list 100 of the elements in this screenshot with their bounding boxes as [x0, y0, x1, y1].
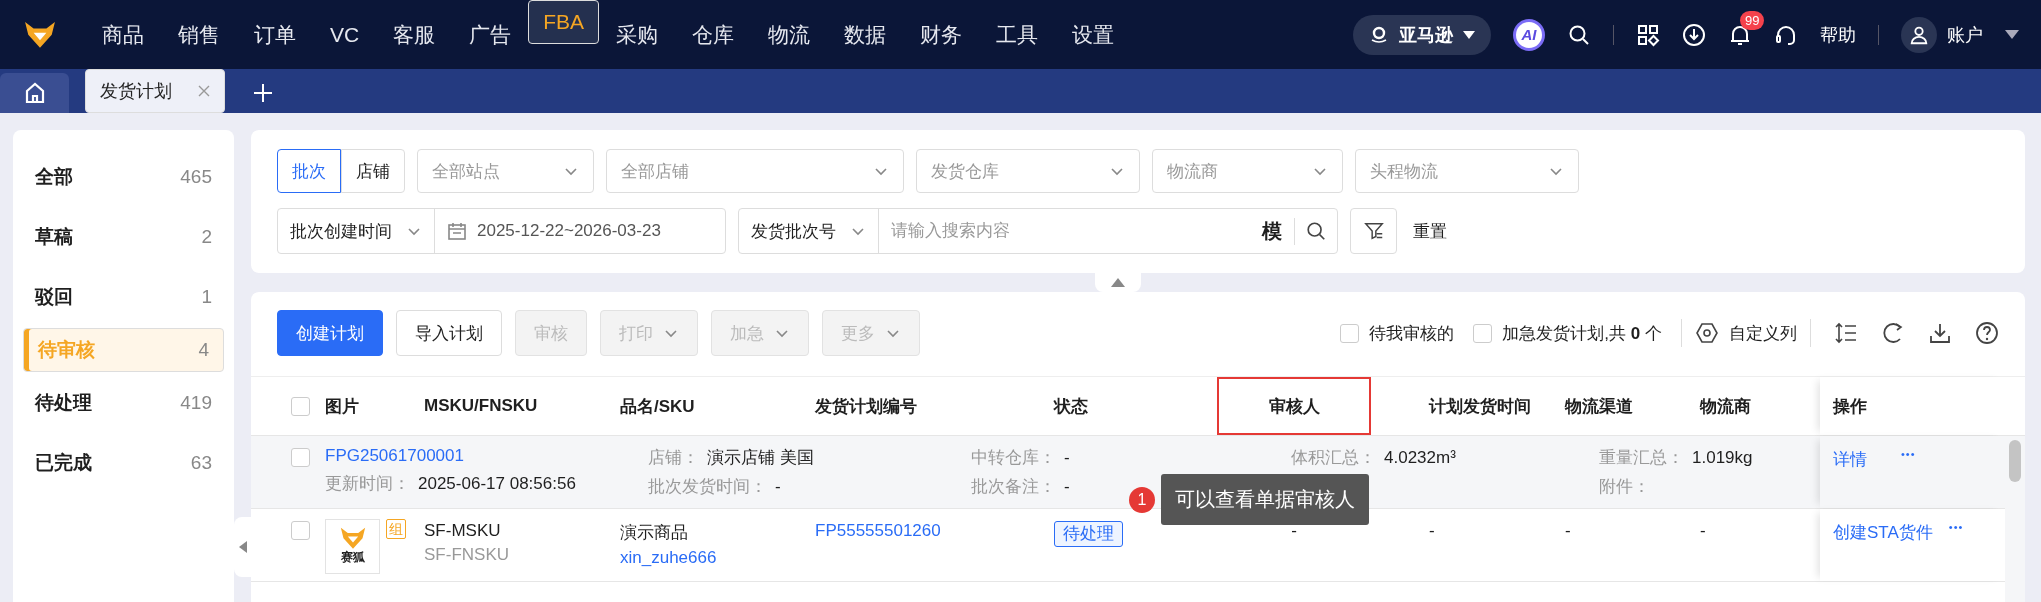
collapse-icon[interactable] [1111, 278, 1125, 287]
status-count: 2 [201, 226, 212, 248]
status-label: 待审核 [38, 338, 95, 362]
column-header: 计划发货时间 [1427, 395, 1532, 418]
nav-menu-item[interactable]: 物流 [751, 0, 828, 69]
caret-icon [238, 541, 247, 553]
nav-menu-item[interactable]: 数据 [827, 0, 904, 69]
fnsku-text: SF-FNSKU [424, 545, 509, 565]
page-tab[interactable]: 发货计划 [85, 69, 225, 113]
channel-text: - [1565, 521, 1571, 541]
batch-field: 中转仓库： - [971, 446, 1291, 469]
avatar-icon[interactable] [1901, 16, 1937, 53]
plan-number-link[interactable]: FP55555501260 [815, 521, 941, 541]
column-header: 物流商 [1700, 395, 1752, 418]
apps-grid-icon[interactable] [1636, 22, 1660, 47]
nav-menu-item[interactable]: 订单 [237, 0, 313, 69]
create-shipment-link[interactable]: 创建STA货件 [1833, 521, 1933, 544]
home-tab[interactable] [0, 73, 69, 113]
column-header: 状态 [1054, 395, 1089, 418]
batch-number-link[interactable]: FPG25061700001 [325, 446, 648, 466]
calendar-icon [447, 221, 467, 241]
batch-field: 批次发货时间： - [648, 475, 971, 498]
more-button[interactable]: ••• [1948, 521, 1964, 533]
status-filter-item[interactable]: 驳回 1 [23, 268, 224, 326]
filter-button[interactable] [1350, 208, 1397, 254]
nav-menu-item[interactable]: 财务 [903, 0, 980, 69]
msku-text: SF-MSKU [424, 521, 501, 541]
batch-field: 体积汇总： 4.0232m³ [1291, 446, 1599, 469]
product-type-badge: 组 [386, 519, 406, 539]
status-filter-item[interactable]: 已完成 63 [23, 434, 224, 492]
hexagon-icon [1695, 321, 1719, 345]
caret-icon [1463, 30, 1475, 39]
status-filter-item[interactable]: 待处理 419 [23, 374, 224, 432]
notification-badge: 99 [1740, 10, 1765, 30]
add-tab-icon[interactable] [253, 83, 273, 103]
column-header: 操作 [1820, 377, 2005, 435]
nav-menu-item[interactable]: 设置 [1055, 0, 1132, 69]
ai-button[interactable]: AI [1513, 18, 1545, 51]
download-icon[interactable] [1928, 321, 1952, 345]
carrier-text: - [1700, 521, 1706, 541]
ship-time-text: - [1429, 521, 1435, 541]
sku-link[interactable]: xin_zuhe666 [620, 548, 717, 568]
column-header: 物流渠道 [1565, 395, 1634, 418]
account-menu[interactable]: 账户 [1947, 22, 1983, 47]
status-label: 草稿 [35, 225, 73, 249]
status-label: 驳回 [35, 285, 73, 309]
toolbar-button[interactable]: 创建计划 [277, 310, 383, 356]
status-count: 1 [201, 286, 212, 308]
toolbar-button[interactable]: 导入计划 [396, 310, 502, 356]
checkbox[interactable] [291, 396, 310, 416]
batch-field: 更新时间： 2025-06-17 08:56:56 [325, 472, 648, 495]
checkbox[interactable] [1473, 323, 1493, 343]
amazon-icon [1369, 24, 1389, 45]
batch-field: 店铺： 演示店铺 美国 [648, 446, 971, 469]
status-label: 待处理 [35, 391, 92, 415]
product-name: 演示商品 [620, 522, 688, 544]
status-label: 已完成 [35, 451, 92, 475]
nav-menu-item[interactable]: 仓库 [675, 0, 752, 69]
search-icon[interactable] [1305, 220, 1327, 242]
scrollbar-thumb[interactable] [2009, 440, 2021, 482]
fox-logo-icon [339, 526, 366, 550]
nav-menu-item[interactable]: 采购 [599, 0, 676, 69]
status-filter-item[interactable]: 全部 465 [23, 148, 224, 206]
custom-columns-button[interactable]: 自定义列 [1695, 321, 1797, 345]
nav-menu-item[interactable]: VC [313, 0, 377, 69]
checkbox-label: 加急发货计划,共 0 个 [1502, 322, 1662, 345]
status-filter-item[interactable]: 草稿 2 [23, 208, 224, 266]
help-icon[interactable] [1975, 321, 1999, 345]
search-input[interactable]: 请输入搜索内容 [879, 221, 1250, 241]
status-count: 419 [180, 392, 212, 414]
nav-menu-item[interactable]: 工具 [979, 0, 1056, 69]
more-button[interactable]: ••• [1901, 448, 1916, 460]
checkbox[interactable] [291, 521, 310, 540]
mode-toggle[interactable]: 店铺 [341, 149, 405, 193]
reset-link[interactable]: 重置 [1413, 219, 1447, 243]
nav-menu-item[interactable]: 商品 [85, 0, 161, 69]
help-link[interactable]: 帮助 [1820, 22, 1856, 47]
batch-field: 重量汇总： 1.019kg [1599, 446, 1820, 469]
nav-menu-item[interactable]: FBA [528, 0, 600, 44]
checkbox[interactable] [1340, 323, 1360, 343]
status-count: 465 [180, 166, 212, 188]
checkbox[interactable] [291, 448, 310, 467]
checkbox-label: 待我审核的 [1369, 322, 1455, 345]
product-thumbnail: 赛狐 [325, 519, 380, 574]
refresh-icon[interactable] [1881, 321, 1905, 345]
search-bar[interactable]: 发货批次号 请输入搜索内容 模 [738, 208, 1338, 254]
nav-menu-item[interactable]: 客服 [376, 0, 453, 69]
filter-icon [1362, 220, 1385, 242]
store-selector[interactable]: 亚马逊 [1353, 14, 1491, 55]
details-link[interactable]: 详情 [1833, 448, 1867, 471]
nav-menu-item[interactable]: 广告 [452, 0, 529, 69]
status-label: 全部 [35, 165, 73, 189]
date-filter-field[interactable]: 批次创建时间 2025-12-22~2026-03-23 [277, 208, 726, 254]
download-icon[interactable] [1682, 22, 1706, 47]
nav-menu-item[interactable]: 销售 [161, 0, 237, 69]
mode-toggle[interactable]: 批次 [277, 149, 341, 193]
status-count: 63 [190, 452, 212, 474]
column-header: 品名/SKU [620, 395, 696, 418]
column-header: 发货计划编号 [815, 395, 918, 418]
row-density-icon[interactable] [1834, 321, 1858, 345]
